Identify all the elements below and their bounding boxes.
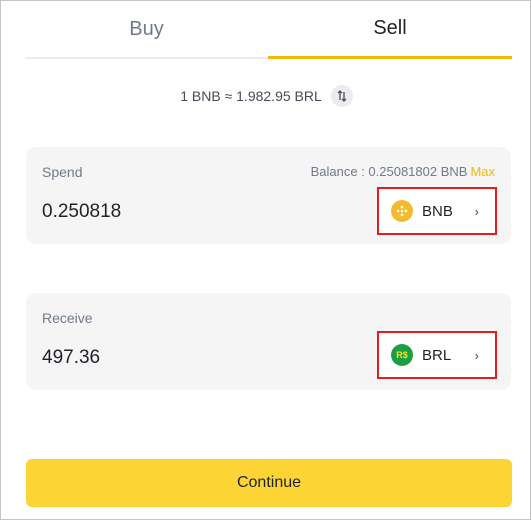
receive-currency-code: BRL xyxy=(422,346,452,364)
spend-currency-selector[interactable]: BNB › xyxy=(377,187,497,235)
tab-sell[interactable]: Sell xyxy=(268,1,512,59)
chevron-right-icon: › xyxy=(474,203,479,219)
tab-buy[interactable]: Buy xyxy=(25,1,268,59)
receive-card: Receive 497.36 R$ BRL › xyxy=(26,293,511,390)
swap-vertical-icon[interactable] xyxy=(330,85,353,107)
sell-panel: Buy Sell 1 BNB ≈ 1.982.95 BRL Spend Bala… xyxy=(0,0,531,520)
balance-text: Balance : 0.25081802 BNB xyxy=(310,164,468,179)
exchange-rate-text: 1 BNB ≈ 1.982.95 BRL xyxy=(180,88,322,104)
buy-sell-tabs: Buy Sell xyxy=(25,1,512,59)
spend-label: Spend xyxy=(42,164,83,180)
chevron-right-icon: › xyxy=(474,347,479,363)
balance-display: Balance : 0.25081802 BNB Max xyxy=(311,164,495,179)
receive-currency-selector[interactable]: R$ BRL › xyxy=(377,331,497,379)
brl-coin-icon: R$ xyxy=(391,344,413,366)
exchange-rate: 1 BNB ≈ 1.982.95 BRL xyxy=(1,83,531,109)
spend-card: Spend Balance : 0.25081802 BNB Max 0.2508… xyxy=(26,147,511,244)
receive-label: Receive xyxy=(42,310,93,326)
max-button[interactable]: Max xyxy=(470,164,495,179)
continue-button[interactable]: Continue xyxy=(26,459,512,507)
receive-amount: 497.36 xyxy=(42,347,101,368)
spend-currency-code: BNB xyxy=(422,202,453,220)
bnb-coin-icon xyxy=(391,200,413,222)
spend-amount-input[interactable]: 0.250818 xyxy=(42,201,121,223)
